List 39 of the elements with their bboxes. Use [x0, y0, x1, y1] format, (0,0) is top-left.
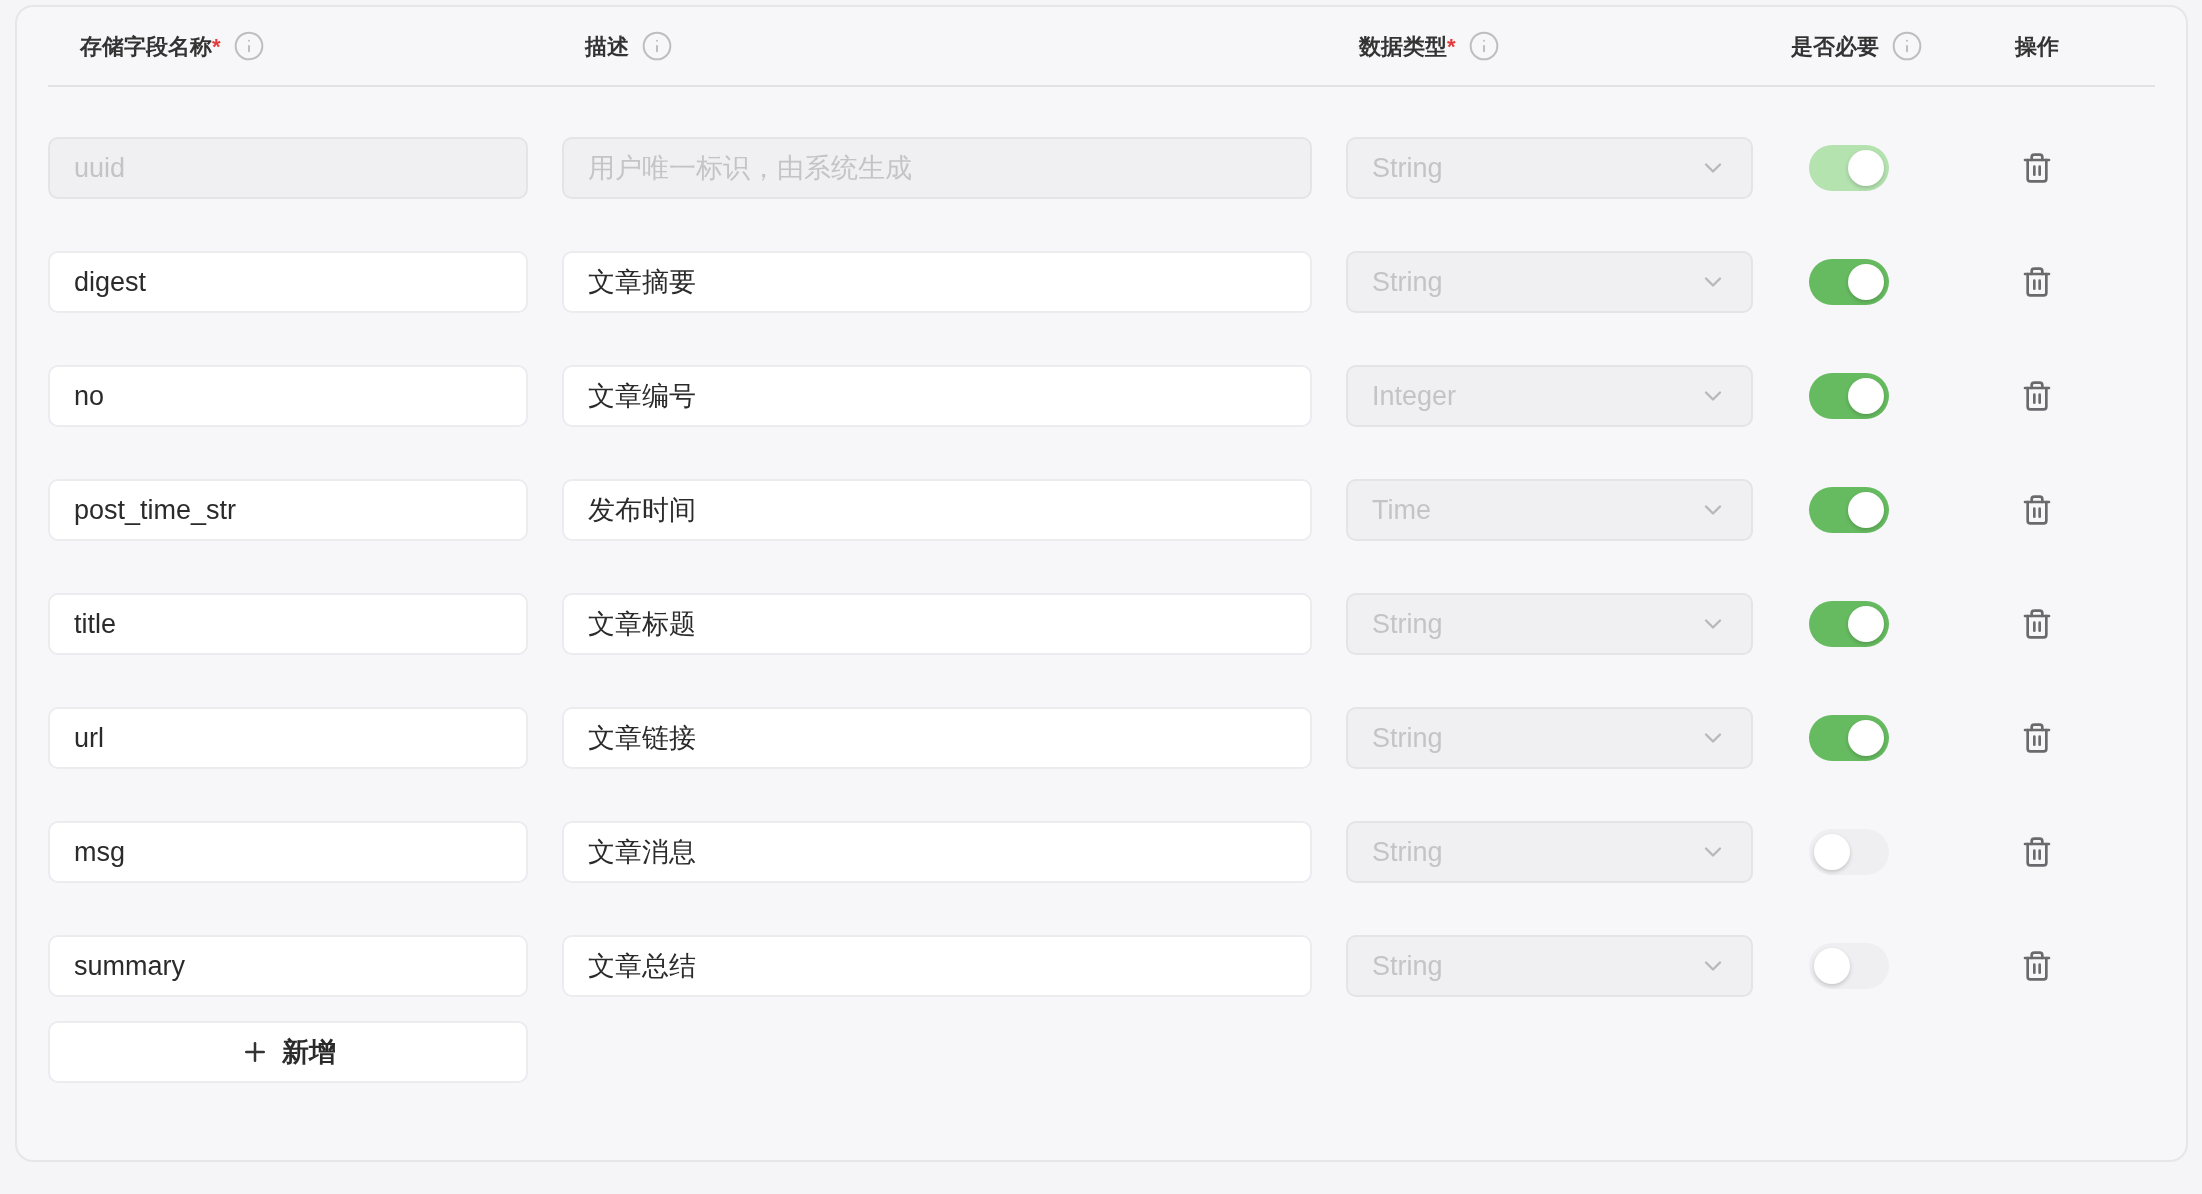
trash-icon[interactable] [2021, 152, 2053, 184]
input-field[interactable]: 文章消息 [562, 821, 1312, 883]
input-field[interactable]: digest [48, 251, 528, 313]
info-icon[interactable] [1467, 30, 1500, 62]
column-header: 是否必要 [1791, 32, 1879, 61]
info-icon[interactable] [232, 30, 265, 62]
trash-icon[interactable] [2021, 950, 2053, 982]
toggle-switch[interactable] [1809, 601, 1889, 647]
input-field[interactable]: 发布时间 [562, 479, 1312, 541]
input-field[interactable]: 文章链接 [562, 707, 1312, 769]
column-header: 描述 [585, 32, 629, 61]
trash-icon[interactable] [2021, 380, 2053, 412]
column-header: 存储字段名称* [80, 32, 221, 61]
trash-icon[interactable] [2021, 722, 2053, 754]
add-button[interactable]: 新增 [48, 1021, 528, 1083]
input-field[interactable]: summary [48, 935, 528, 997]
input-field[interactable]: msg [48, 821, 528, 883]
toggle-switch[interactable] [1809, 715, 1889, 761]
info-icon[interactable] [1891, 30, 1923, 62]
input-field[interactable]: 文章摘要 [562, 251, 1312, 313]
info-icon[interactable] [641, 30, 673, 62]
trash-icon[interactable] [2021, 836, 2053, 868]
toggle-switch[interactable] [1809, 259, 1889, 305]
toggle-switch[interactable] [1809, 829, 1889, 875]
column-header: 数据类型* [1359, 32, 1456, 61]
toggle-switch[interactable] [1809, 373, 1889, 419]
column-header: 操作 [2015, 32, 2059, 61]
input-field[interactable]: 文章标题 [562, 593, 1312, 655]
input-field[interactable]: 文章总结 [562, 935, 1312, 997]
trash-icon[interactable] [2021, 266, 2053, 298]
input-field[interactable]: title [48, 593, 528, 655]
input-field[interactable]: 文章编号 [562, 365, 1312, 427]
toggle-switch[interactable] [1809, 487, 1889, 533]
input-field[interactable]: url [48, 707, 528, 769]
trash-icon[interactable] [2021, 608, 2053, 640]
trash-icon[interactable] [2021, 494, 2053, 526]
toggle-switch[interactable] [1809, 943, 1889, 989]
input-field[interactable]: post_time_str [48, 479, 528, 541]
input-field[interactable]: no [48, 365, 528, 427]
